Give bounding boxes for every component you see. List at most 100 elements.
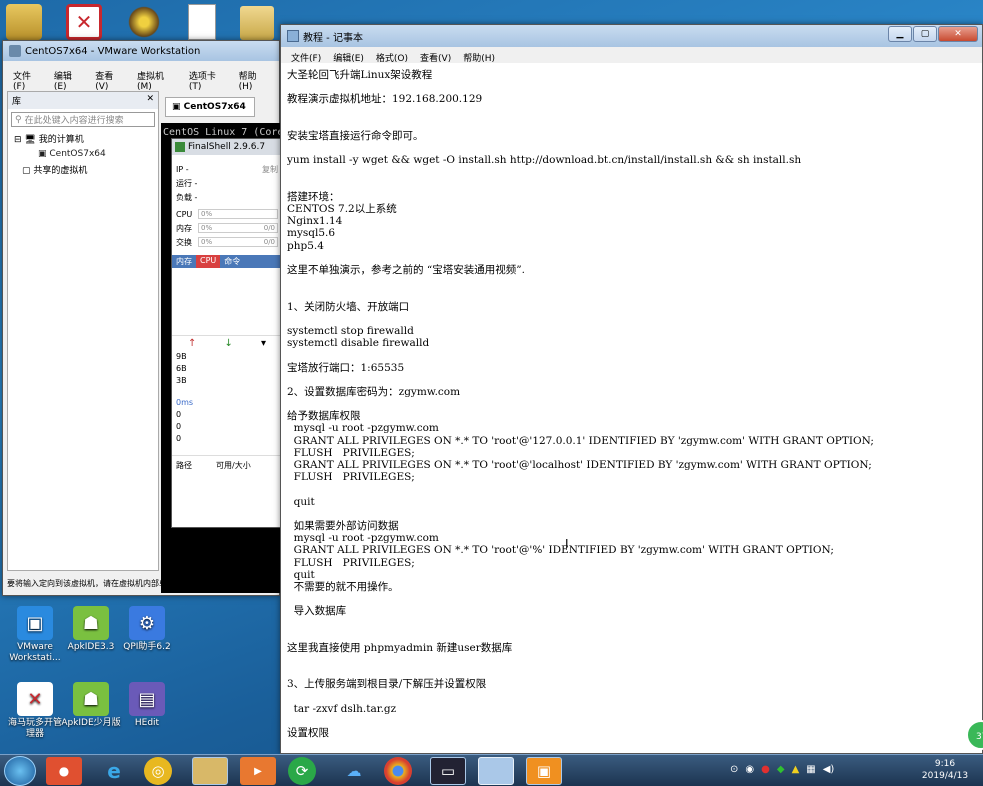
net-dropdown-icon[interactable]: ▾ — [261, 338, 266, 349]
notepad-line: mysql -u root -pzgymw.com — [287, 422, 439, 435]
notepad-line: GRANT ALL PRIVILEGES ON *.* TO 'root'@'1… — [287, 434, 874, 447]
taskbar-app-9[interactable]: ▭ — [430, 757, 466, 785]
desktop-icon-label: ApkIDE少月版 — [61, 718, 121, 728]
notepad-line — [287, 617, 976, 629]
maximize-button[interactable]: ▢ — [913, 26, 937, 42]
notepad-line: GRANT ALL PRIVILEGES ON *.* TO 'root'@'%… — [287, 544, 834, 557]
notepad-line: 宝塔放行端口：1:65535 — [287, 361, 405, 374]
desktop-icon[interactable]: ☗ ApkIDE3.3 — [60, 606, 122, 653]
finalshell-window[interactable]: FinalShell 2.9.6.7 IP - 复制 运行 - 负载 - CPU 0… — [171, 138, 283, 528]
desktop-icon[interactable]: ✕ 海马玩多开管理器 — [4, 682, 66, 740]
notepad-line — [287, 349, 976, 361]
desktop-icon-top-2[interactable]: ✕ — [66, 4, 102, 40]
vmware-titlebar[interactable]: CentOS7x64 - VMware Workstation — [3, 41, 279, 61]
finalshell-titlebar[interactable]: FinalShell 2.9.6.7 — [172, 139, 282, 155]
taskbar-explorer[interactable] — [192, 757, 228, 785]
taskbar-chrome[interactable] — [384, 757, 412, 785]
taskbar-vmware[interactable]: ▣ — [526, 757, 562, 785]
tree-vm-centos[interactable]: ▣ CentOS7x64 — [8, 147, 158, 161]
vm-menu-file[interactable]: 文件(F) — [7, 67, 48, 94]
desktop-icon-top-4[interactable] — [188, 4, 216, 40]
library-close-icon[interactable]: ✕ — [146, 94, 154, 107]
taskbar-app-3[interactable]: ◎ — [144, 757, 172, 785]
taskbar-ie[interactable]: e — [96, 757, 132, 785]
desktop-icon[interactable]: ☗ ApkIDE少月版 — [60, 682, 122, 729]
fs-ip: IP - — [176, 165, 189, 174]
taskbar-app-7[interactable]: ☁ — [336, 757, 372, 785]
fs-stat-bar: 0% 0/0 — [198, 237, 278, 247]
ping-val-1: 0 — [176, 410, 182, 419]
tray-network-icon[interactable]: ▦ — [806, 764, 815, 775]
tray-volume-icon[interactable]: ◀) — [823, 764, 835, 775]
notepad-line — [287, 666, 976, 678]
vmware-title: CentOS7x64 - VMware Workstation — [25, 45, 201, 57]
fs-tab-mem[interactable]: 内存 — [172, 255, 196, 268]
vm-menu-view[interactable]: 查看(V) — [89, 67, 131, 94]
tray-icon-2[interactable]: ◉ — [745, 764, 754, 775]
notepad-line: php5.4 — [287, 239, 324, 252]
tray-icon-5[interactable]: ▲ — [792, 764, 800, 775]
notepad-line — [287, 313, 976, 325]
vm-tab[interactable]: ▣ CentOS7x64 — [165, 97, 255, 117]
desktop-icon-image: ✕ — [17, 682, 53, 716]
fs-stat-row: 交换 0% 0/0 — [176, 235, 278, 249]
search-icon: ⚲ — [15, 114, 22, 125]
notepad-line: CENTOS 7.2以上系统 — [287, 203, 397, 216]
tree-my-computer[interactable]: ⊟ 🖥 我的计算机 — [8, 130, 158, 147]
notepad-title: 教程 - 记事本 — [303, 32, 363, 44]
taskbar: ● e ◎ ▶ ⟳ ☁ ▭ ▣ ⊙ ◉ ● ◆ ▲ ▦ ◀) 9:16 2019/4/13 — [0, 754, 983, 786]
minimize-button[interactable]: ▁ — [888, 26, 912, 42]
desktop-icon[interactable]: ▤ HEdit — [116, 682, 178, 729]
start-button[interactable] — [4, 756, 36, 786]
fs-tab-cpu[interactable]: CPU — [196, 255, 221, 268]
notepad-window[interactable]: 教程 - 记事本 ▁ ▢ ✕ 文件(F) 编辑(E) 格式(O) 查看(V) 帮… — [280, 24, 983, 754]
notepad-line: 教程演示虚拟机地址：192.168.200.129 — [287, 93, 483, 106]
vm-menu-help[interactable]: 帮助(H) — [233, 67, 275, 94]
notepad-line — [287, 630, 976, 642]
desktop-icon-top-3[interactable] — [126, 6, 162, 38]
ping-val-3: 0 — [176, 434, 182, 443]
notepad-line: 搭建环境： — [287, 190, 340, 203]
fs-stat-row: CPU 0% — [176, 207, 278, 221]
close-button[interactable]: ✕ — [938, 26, 978, 42]
notepad-line: 3、上传服务端到根目录/下解压并设置权限 — [287, 678, 487, 691]
library-search-input[interactable]: ⚲ 在此处键入内容进行搜索 — [11, 112, 155, 127]
finalshell-app-icon — [175, 142, 185, 152]
fs-copy-button[interactable]: 复制 — [262, 163, 278, 177]
notepad-line — [287, 167, 976, 179]
vm-menu-tabs[interactable]: 选项卡(T) — [183, 67, 233, 94]
desktop-icon[interactable]: ▣ VMware Workstati... — [4, 606, 66, 664]
taskbar-app-6[interactable]: ⟳ — [288, 757, 316, 785]
desktop-icon-label: VMware Workstati... — [9, 642, 61, 663]
notepad-line — [287, 288, 976, 300]
text-cursor-icon: I — [565, 537, 569, 551]
console-line: CentOS Linux 7 (Core) — [163, 127, 281, 138]
desktop-icon[interactable]: ⚙ QPI助手6.2 — [116, 606, 178, 653]
tray-icon-3[interactable]: ● — [761, 764, 770, 775]
disk-header: 路径 可用/大小 — [172, 455, 282, 475]
taskbar-app-5[interactable]: ▶ — [240, 757, 276, 785]
net-scale-3: 3B — [176, 376, 187, 385]
tray-icon-4[interactable]: ◆ — [777, 764, 785, 775]
notepad-line — [287, 142, 976, 154]
system-tray: ⊙ ◉ ● ◆ ▲ ▦ ◀) — [730, 764, 834, 775]
notepad-textarea[interactable]: 大圣轮回飞升端Linux架设教程 教程演示虚拟机地址：192.168.200.12… — [281, 63, 982, 753]
clock-time: 9:16 — [934, 759, 956, 769]
upload-arrow-icon: ↑ — [188, 338, 197, 349]
taskbar-notepad[interactable] — [478, 757, 514, 785]
vm-menu-vm[interactable]: 虚拟机(M) — [131, 67, 183, 94]
fs-tab-cmd[interactable]: 命令 — [220, 255, 244, 268]
tray-icon-1[interactable]: ⊙ — [730, 764, 738, 775]
desktop-icon-top-1[interactable] — [6, 4, 42, 40]
notepad-line — [287, 593, 976, 605]
desktop-icon-top-5[interactable] — [240, 6, 274, 40]
taskbar-app-1[interactable]: ● — [46, 757, 82, 785]
notepad-line — [287, 106, 976, 118]
ping-label: 0ms — [176, 398, 194, 407]
notepad-line: GRANT ALL PRIVILEGES ON *.* TO 'root'@'l… — [287, 459, 872, 471]
vm-menu-edit[interactable]: 编辑(E) — [48, 67, 89, 94]
desktop-icon-label: 海马玩多开管理器 — [7, 718, 62, 739]
clock[interactable]: 9:16 2019/4/13 — [916, 758, 974, 782]
notepad-titlebar[interactable]: 教程 - 记事本 ▁ ▢ ✕ — [281, 25, 982, 47]
tree-shared[interactable]: ▢ 共享的虚拟机 — [8, 161, 158, 178]
